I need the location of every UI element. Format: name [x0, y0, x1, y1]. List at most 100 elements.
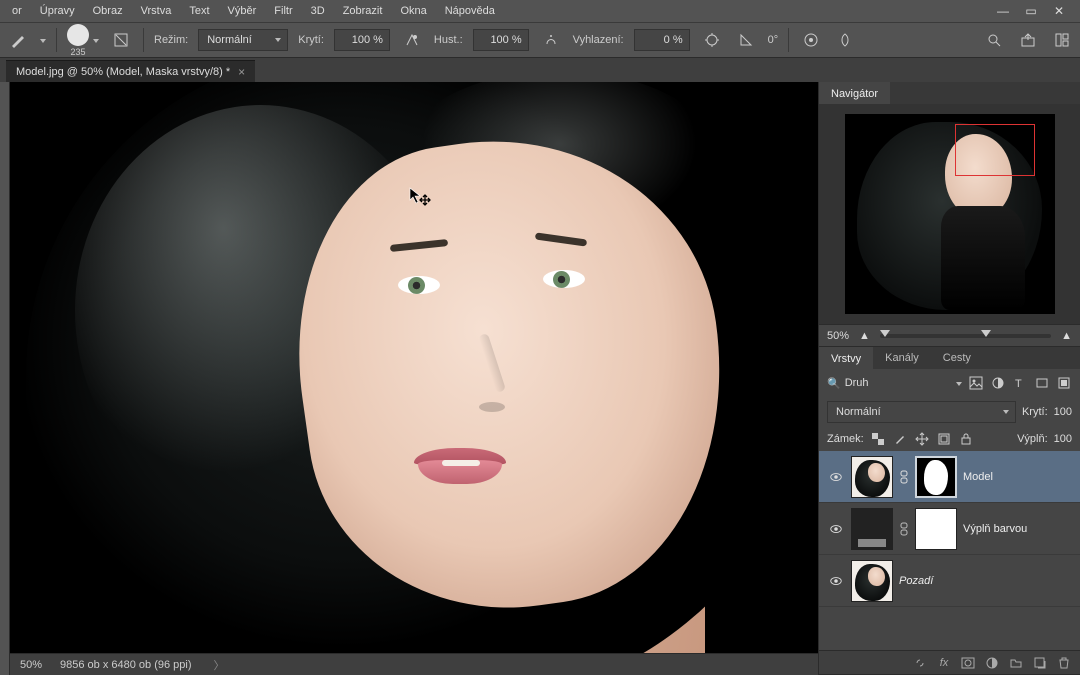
- navigator-zoom-slider[interactable]: [880, 334, 1051, 338]
- link-icon[interactable]: [899, 508, 909, 550]
- document-tab[interactable]: Model.jpg @ 50% (Model, Maska vrstvy/8) …: [6, 60, 255, 82]
- menu-bar: or Úpravy Obraz Vrstva Text Výběr Filtr …: [0, 0, 1080, 22]
- filter-image-icon[interactable]: [968, 375, 984, 391]
- blend-mode-dropdown[interactable]: Normální: [198, 29, 288, 51]
- document-tab-title: Model.jpg @ 50% (Model, Maska vrstvy/8) …: [16, 66, 230, 78]
- adjustment-layer-icon[interactable]: [984, 655, 1000, 671]
- opacity-input[interactable]: 100 %: [334, 29, 390, 51]
- layer-blend-mode-dropdown[interactable]: Normální: [827, 401, 1016, 423]
- svg-text:T: T: [1015, 378, 1022, 390]
- airbrush-icon[interactable]: [539, 28, 563, 52]
- filter-type-icon[interactable]: T: [1012, 375, 1028, 391]
- smoothing-input[interactable]: 0 %: [634, 29, 690, 51]
- lock-all-icon[interactable]: [958, 431, 974, 447]
- layer-row-model[interactable]: Model: [819, 451, 1080, 503]
- lock-artboard-icon[interactable]: [936, 431, 952, 447]
- menu-edit[interactable]: Úpravy: [32, 2, 83, 20]
- fill-label: Výplň:: [1017, 433, 1048, 445]
- visibility-toggle-icon[interactable]: [827, 572, 845, 590]
- status-bar: 50% 9856 ob x 6480 ob (96 ppi) 〉: [10, 653, 818, 675]
- layer-row-fill[interactable]: Výplň barvou: [819, 503, 1080, 555]
- brush-preset[interactable]: 235: [67, 24, 99, 57]
- menu-image[interactable]: Obraz: [85, 2, 131, 20]
- brush-preview-icon: [67, 24, 89, 46]
- maximize-button[interactable]: ▭: [1020, 2, 1042, 20]
- brush-panel-toggle-icon[interactable]: [109, 28, 133, 52]
- status-dimensions[interactable]: 9856 ob x 6480 ob (96 ppi): [60, 659, 192, 671]
- visibility-toggle-icon[interactable]: [827, 520, 845, 538]
- layer-filter-row: 🔍 Druh T: [819, 369, 1080, 397]
- close-button[interactable]: ✕: [1048, 2, 1070, 20]
- minimize-button[interactable]: —: [992, 2, 1014, 20]
- navigator-body[interactable]: [819, 104, 1080, 324]
- menu-filter[interactable]: Filtr: [266, 2, 300, 20]
- layer-mask-thumbnail[interactable]: [915, 456, 957, 498]
- layer-mode-row: Normální Krytí: 100: [819, 397, 1080, 427]
- layer-thumbnail[interactable]: [851, 508, 893, 550]
- navigator-viewport[interactable]: [955, 124, 1035, 176]
- close-tab-icon[interactable]: ×: [238, 65, 245, 79]
- share-icon[interactable]: [1016, 28, 1040, 52]
- add-mask-icon[interactable]: [960, 655, 976, 671]
- opacity-pressure-icon[interactable]: [400, 28, 424, 52]
- lock-position-icon[interactable]: [914, 431, 930, 447]
- lock-transparency-icon[interactable]: [870, 431, 886, 447]
- link-layers-icon[interactable]: [912, 655, 928, 671]
- layer-name[interactable]: Model: [963, 471, 993, 483]
- mode-label: Režim:: [154, 34, 188, 46]
- flow-input[interactable]: 100 %: [473, 29, 529, 51]
- layer-name[interactable]: Pozadí: [899, 575, 933, 587]
- menu-help[interactable]: Nápověda: [437, 2, 503, 20]
- navigator-zoom-value[interactable]: 50%: [827, 330, 849, 342]
- lock-pixels-icon[interactable]: [892, 431, 908, 447]
- angle-value[interactable]: 0°: [768, 34, 779, 46]
- menu-view[interactable]: Zobrazit: [335, 2, 391, 20]
- search-icon[interactable]: [982, 28, 1006, 52]
- layer-thumbnail[interactable]: [851, 560, 893, 602]
- tablet-pressure-size-icon[interactable]: [799, 28, 823, 52]
- layer-kind-filter[interactable]: 🔍 Druh: [827, 377, 962, 390]
- smoothing-options-icon[interactable]: [700, 28, 724, 52]
- angle-icon[interactable]: [734, 28, 758, 52]
- flow-label: Hust.:: [434, 34, 463, 46]
- tool-preset-caret-icon[interactable]: [40, 34, 46, 46]
- paths-tab[interactable]: Cesty: [931, 347, 983, 369]
- layer-thumbnail[interactable]: [851, 456, 893, 498]
- menu-3d[interactable]: 3D: [303, 2, 333, 20]
- workspace-icon[interactable]: [1050, 28, 1074, 52]
- navigator-tab[interactable]: Navigátor: [819, 82, 890, 104]
- menu-item[interactable]: or: [4, 2, 30, 20]
- filter-adjust-icon[interactable]: [990, 375, 1006, 391]
- layer-name[interactable]: Výplň barvou: [963, 523, 1027, 535]
- canvas[interactable]: [10, 82, 818, 653]
- channels-tab[interactable]: Kanály: [873, 347, 931, 369]
- menu-select[interactable]: Výběr: [220, 2, 265, 20]
- zoom-out-icon[interactable]: ▲: [859, 330, 870, 342]
- brush-size-label: 235: [70, 47, 85, 57]
- zoom-in-icon[interactable]: ▲: [1061, 330, 1072, 342]
- layers-bottom-bar: fx: [819, 650, 1080, 674]
- link-icon[interactable]: [899, 456, 909, 498]
- new-layer-icon[interactable]: [1032, 655, 1048, 671]
- symmetry-icon[interactable]: [833, 28, 857, 52]
- layer-style-icon[interactable]: fx: [936, 655, 952, 671]
- filter-smart-icon[interactable]: [1056, 375, 1072, 391]
- tool-preset-icon[interactable]: [6, 28, 30, 52]
- fill-value[interactable]: 100: [1054, 433, 1072, 445]
- navigator-thumbnail[interactable]: [845, 114, 1055, 314]
- layers-tab[interactable]: Vrstvy: [819, 347, 873, 369]
- options-bar: 235 Režim: Normální Krytí: 100 % Hust.: …: [0, 22, 1080, 58]
- window-controls: — ▭ ✕: [992, 2, 1080, 20]
- layer-row-background[interactable]: Pozadí: [819, 555, 1080, 607]
- visibility-toggle-icon[interactable]: [827, 468, 845, 486]
- status-zoom[interactable]: 50%: [20, 659, 42, 671]
- layer-mask-thumbnail[interactable]: [915, 508, 957, 550]
- filter-shape-icon[interactable]: [1034, 375, 1050, 391]
- layer-opacity-value[interactable]: 100: [1054, 406, 1072, 418]
- tool-strip[interactable]: [0, 82, 10, 675]
- menu-layer[interactable]: Vrstva: [133, 2, 180, 20]
- menu-type[interactable]: Text: [181, 2, 217, 20]
- delete-layer-icon[interactable]: [1056, 655, 1072, 671]
- group-icon[interactable]: [1008, 655, 1024, 671]
- menu-window[interactable]: Okna: [392, 2, 434, 20]
